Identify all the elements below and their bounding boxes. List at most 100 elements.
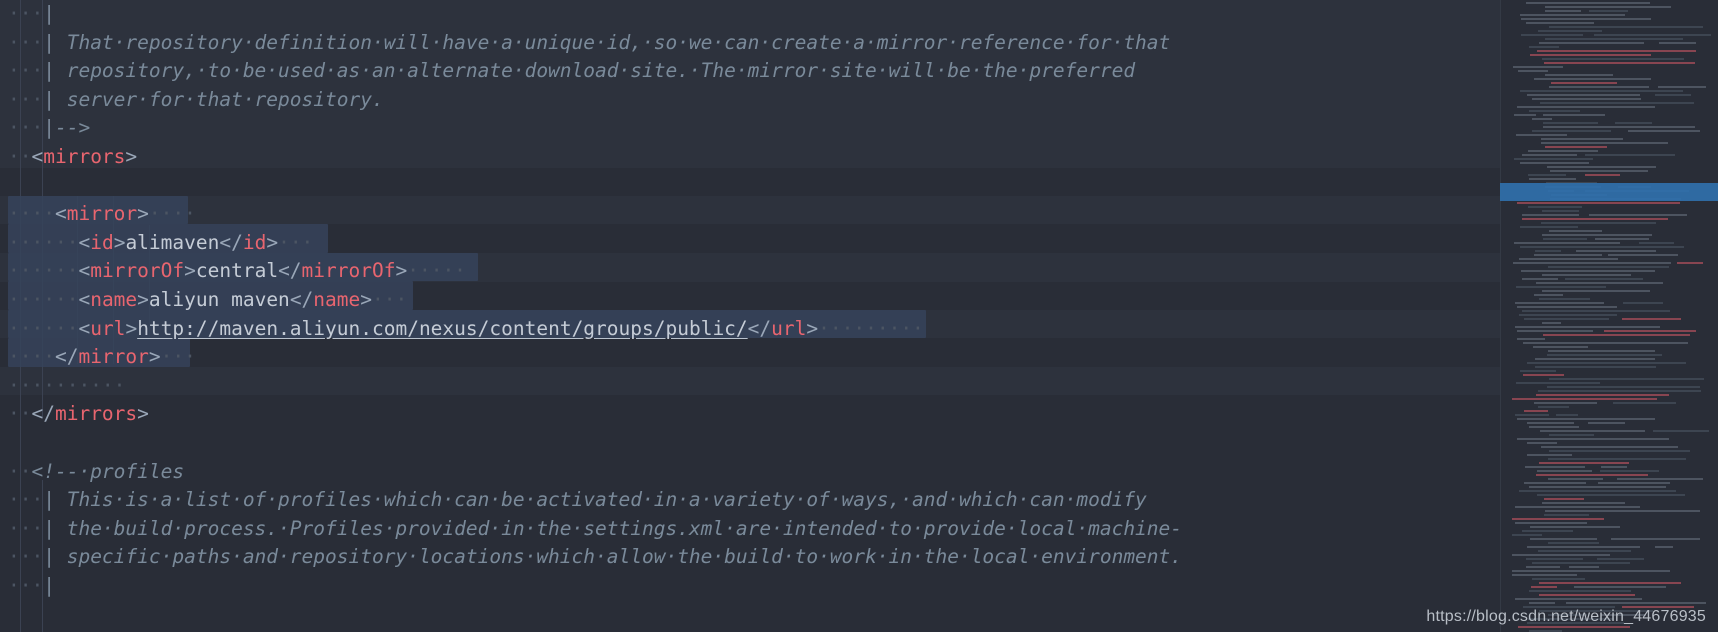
minimap-line xyxy=(1543,126,1695,128)
xml-tag-name: mirror xyxy=(78,345,149,369)
minimap-line xyxy=(1545,74,1613,76)
code-line-body: ····<mirror>···· xyxy=(0,200,196,229)
minimap-line xyxy=(1512,518,1604,520)
minimap-line xyxy=(1529,46,1559,48)
code-line-body: ······<url>http://maven.aliyun.com/nexus… xyxy=(0,315,924,344)
minimap-line xyxy=(1517,338,1545,340)
minimap-line xyxy=(1520,90,1683,92)
xml-tag-name: id xyxy=(90,230,114,254)
minimap-line xyxy=(1516,286,1606,288)
minimap-line xyxy=(1515,414,1549,416)
minimap-line xyxy=(1512,534,1542,536)
minimap-line xyxy=(1589,10,1628,12)
minimap-line xyxy=(1535,366,1656,368)
minimap-line xyxy=(1548,478,1603,480)
code-line[interactable]: ······<mirrorOf>central</mirrorOf>····· xyxy=(0,257,1500,286)
minimap-line xyxy=(1539,462,1629,464)
minimap-line xyxy=(1523,342,1688,344)
code-line[interactable]: ····</mirror>··· xyxy=(0,343,1500,372)
minimap-line xyxy=(1547,386,1700,388)
minimap-line xyxy=(1519,490,1676,492)
code-minimap[interactable] xyxy=(1500,0,1718,632)
minimap-line xyxy=(1537,50,1696,52)
whitespace-dots: ··· xyxy=(8,59,44,83)
code-line[interactable]: ···| That·repository·definition·will·hav… xyxy=(0,29,1500,58)
minimap-line xyxy=(1526,22,1594,24)
xml-bracket: > xyxy=(266,230,279,254)
code-line[interactable]: ······<name>aliyun maven</name>··· xyxy=(0,286,1500,315)
minimap-line xyxy=(1528,206,1582,208)
minimap-viewport-indicator[interactable] xyxy=(1500,183,1718,201)
minimap-line xyxy=(1604,330,1696,332)
code-line[interactable]: ··<mirrors> xyxy=(0,143,1500,172)
minimap-line xyxy=(1515,598,1642,600)
code-line[interactable] xyxy=(0,429,1500,458)
minimap-line xyxy=(1520,370,1556,372)
minimap-line xyxy=(1517,418,1655,420)
xml-comment: | That·repository·definition·will·have·a… xyxy=(43,30,1171,54)
xml-bracket: > xyxy=(137,202,149,226)
minimap-line xyxy=(1528,150,1598,152)
minimap-gutter xyxy=(1500,0,1501,632)
minimap-line xyxy=(1515,326,1660,328)
minimap-line xyxy=(1548,266,1669,268)
minimap-line xyxy=(1522,154,1577,156)
code-line[interactable]: ······<id>alimaven</id>··· xyxy=(0,229,1500,258)
minimap-line xyxy=(1542,210,1579,212)
minimap-line xyxy=(1585,174,1620,176)
code-line-body: ····</mirror>··· xyxy=(0,343,196,372)
code-line[interactable]: ···| server·for·that·repository. xyxy=(0,86,1500,115)
minimap-line xyxy=(1613,402,1676,404)
code-line[interactable]: ···|--> xyxy=(0,114,1500,143)
code-line[interactable]: ···| xyxy=(0,572,1500,601)
url-link[interactable]: http://maven.aliyun.com/nexus/content/gr… xyxy=(137,317,747,340)
xml-bracket: > xyxy=(360,288,373,311)
minimap-line xyxy=(1532,578,1585,580)
minimap-line xyxy=(1677,262,1703,264)
minimap-line xyxy=(1622,318,1681,320)
code-line[interactable]: ····<mirror>···· xyxy=(0,200,1500,229)
xml-tag-name: mirrorOf xyxy=(301,259,396,283)
xml-bracket: </ xyxy=(219,230,243,254)
code-line[interactable]: ··<!--·profiles xyxy=(0,458,1500,487)
minimap-line xyxy=(1524,410,1548,412)
minimap-line xyxy=(1518,626,1630,628)
minimap-line xyxy=(1536,394,1669,396)
minimap-line xyxy=(1542,274,1631,276)
minimap-line xyxy=(1529,426,1579,428)
minimap-line xyxy=(1517,438,1669,440)
code-line[interactable]: ······<url>http://maven.aliyun.com/nexus… xyxy=(0,315,1500,344)
minimap-line xyxy=(1524,318,1609,320)
minimap-line xyxy=(1548,350,1655,352)
code-line[interactable]: ·········· xyxy=(0,372,1500,401)
minimap-line xyxy=(1521,34,1583,36)
minimap-line xyxy=(1542,234,1652,236)
code-line-body xyxy=(0,172,8,201)
minimap-line xyxy=(1541,142,1668,144)
code-line[interactable]: ···| the·build·process.·Profiles·provide… xyxy=(0,515,1500,544)
minimap-line xyxy=(1517,330,1593,332)
code-line[interactable]: ··</mirrors> xyxy=(0,400,1500,429)
minimap-line xyxy=(1544,514,1589,516)
code-editor-area[interactable]: ···| ···| That·repository·definition·will… xyxy=(0,0,1500,632)
xml-bracket: > xyxy=(184,259,196,283)
minimap-line xyxy=(1520,162,1589,164)
minimap-line xyxy=(1600,470,1659,472)
minimap-line xyxy=(1588,422,1625,424)
whitespace-dots: ····· xyxy=(66,373,126,397)
code-line[interactable]: ···| This·is·a·list·of·profiles·which·ca… xyxy=(0,486,1500,515)
minimap-line xyxy=(1531,586,1557,588)
whitespace-dots: ······ xyxy=(8,259,79,283)
xml-bracket: </ xyxy=(289,288,314,311)
code-line[interactable]: ···| repository,·to·be·used·as·an·altern… xyxy=(0,57,1500,86)
minimap-line xyxy=(1608,254,1678,256)
code-line[interactable]: ···| specific·paths·and·repository·locat… xyxy=(0,543,1500,572)
xml-bracket: < xyxy=(78,259,91,283)
editor-window: ···| ···| That·repository·definition·will… xyxy=(0,0,1718,632)
minimap-line xyxy=(1527,442,1557,444)
minimap-line xyxy=(1542,502,1625,504)
minimap-line xyxy=(1512,554,1610,556)
code-line[interactable]: ···| xyxy=(0,0,1500,29)
code-line[interactable] xyxy=(0,172,1500,201)
whitespace-dots: ··· xyxy=(8,516,44,540)
